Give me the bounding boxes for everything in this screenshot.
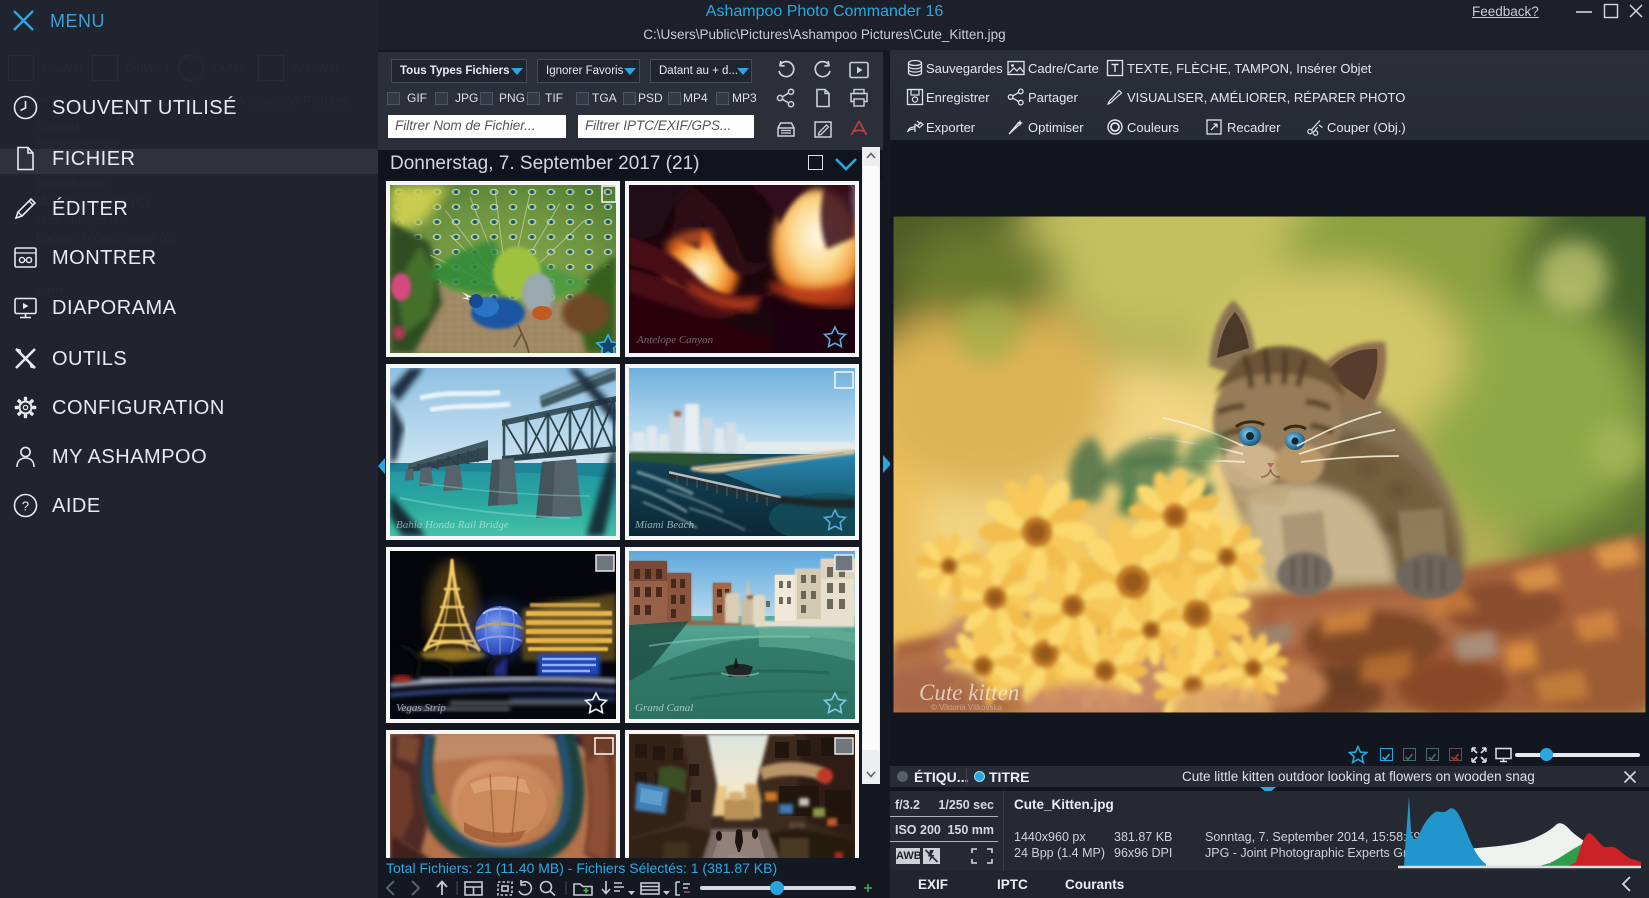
svg-text:Miami Beach: Miami Beach xyxy=(634,519,694,531)
svg-text:?: ? xyxy=(22,499,29,514)
svg-text:Grand Canal: Grand Canal xyxy=(635,702,693,714)
svg-text:Vegas Strip: Vegas Strip xyxy=(396,702,446,714)
svg-text:© Viktoria Vitkovska: © Viktoria Vitkovska xyxy=(931,703,1003,712)
svg-text:Antelope Canyon: Antelope Canyon xyxy=(636,334,714,346)
svg-text:Cute kitten: Cute kitten xyxy=(919,680,1019,705)
svg-text:Bahia Honda Rail Bridge: Bahia Honda Rail Bridge xyxy=(396,519,509,531)
